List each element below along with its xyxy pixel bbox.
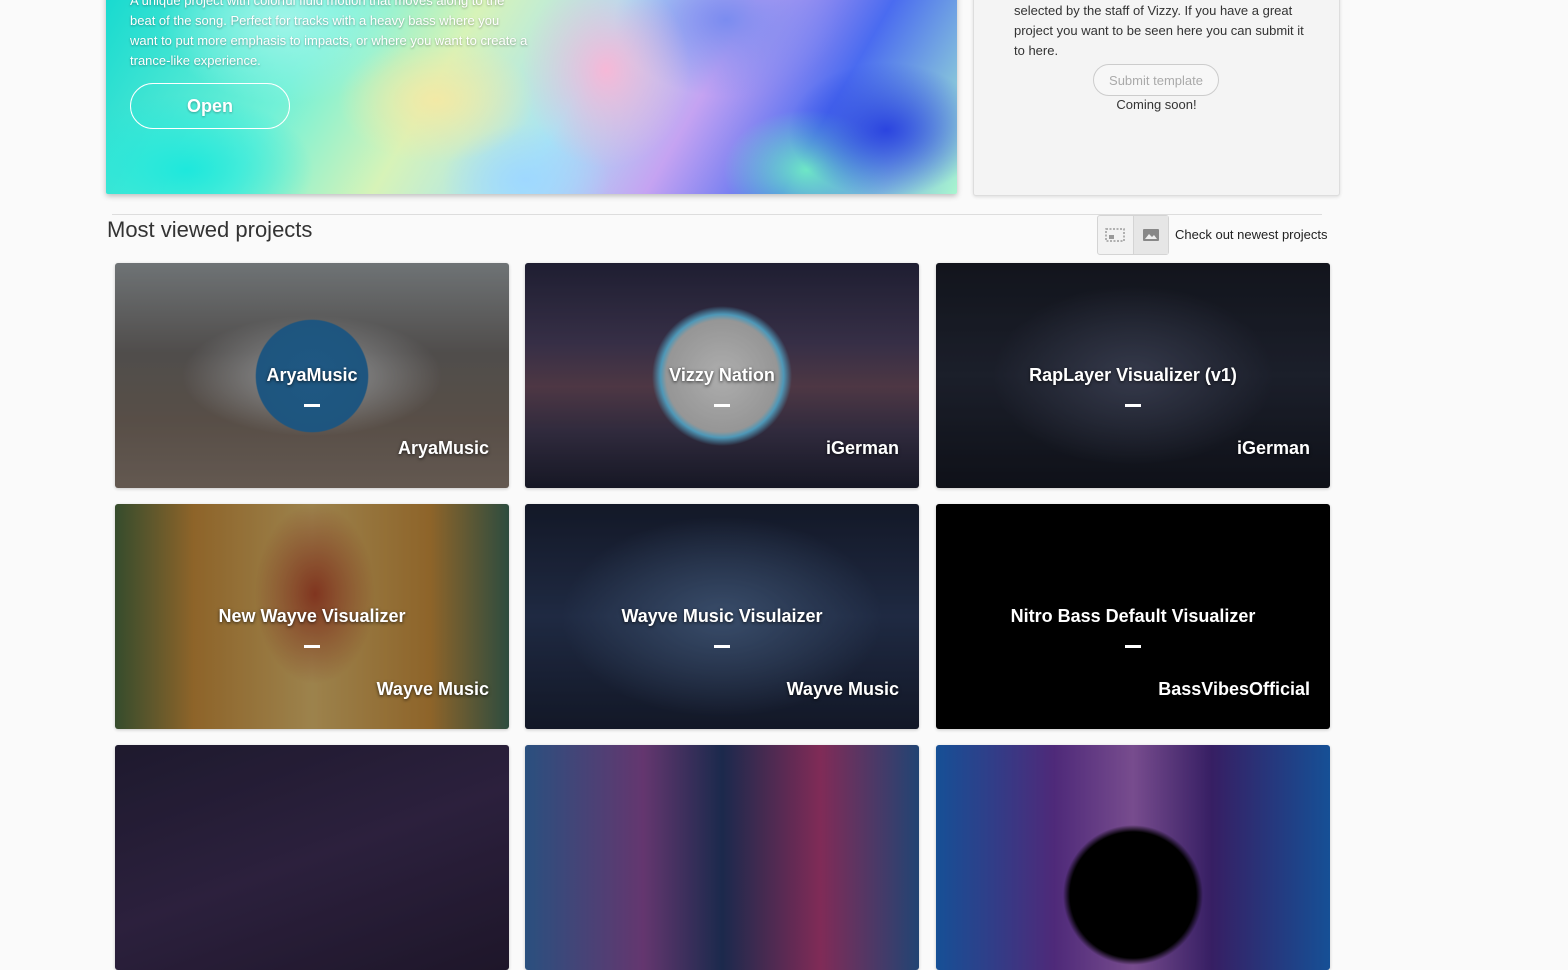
open-button[interactable]: Open	[130, 83, 290, 129]
image-view-icon[interactable]	[1132, 216, 1168, 254]
project-card[interactable]: Wayve Music Visulaizer Wayve Music	[525, 504, 919, 729]
project-author: iGerman	[825, 438, 899, 458]
title-divider	[714, 645, 730, 648]
card-overlay	[525, 745, 919, 970]
project-author: Wayve Music	[786, 679, 899, 699]
project-title: New Wayve Visualizer	[218, 606, 406, 626]
submit-info-text: selected by the staff of Vizzy. If you h…	[1014, 3, 1304, 58]
project-card[interactable]	[936, 745, 1330, 970]
project-author: AryaMusic	[397, 438, 489, 458]
submit-template-card: selected by the staff of Vizzy. If you h…	[973, 0, 1340, 196]
card-overlay	[115, 745, 509, 970]
project-author: Wayve Music	[376, 679, 489, 699]
submit-template-button[interactable]: Submit template	[1093, 64, 1219, 96]
project-card[interactable]: RapLayer Visualizer (v1) iGerman	[936, 263, 1330, 488]
project-title: Wayve Music Visulaizer	[621, 606, 823, 626]
project-title: Vizzy Nation	[669, 365, 775, 385]
card-overlay	[936, 745, 1330, 970]
title-divider	[304, 404, 320, 407]
title-divider	[1125, 404, 1141, 407]
project-title: RapLayer Visualizer (v1)	[1029, 365, 1237, 385]
project-author: iGerman	[1236, 438, 1310, 458]
project-title: Nitro Bass Default Visualizer	[1010, 606, 1256, 626]
project-author: BassVibesOfficial	[1158, 679, 1310, 699]
project-title: AryaMusic	[266, 365, 358, 385]
title-divider	[1125, 645, 1141, 648]
featured-project-banner: A unique project with colorful fluid mot…	[106, 0, 957, 194]
project-card[interactable]	[115, 745, 509, 970]
project-card[interactable]: AryaMusic AryaMusic	[115, 263, 509, 488]
title-divider	[304, 645, 320, 648]
grid-view-icon[interactable]	[1098, 216, 1133, 254]
project-card[interactable]: New Wayve Visualizer Wayve Music	[115, 504, 509, 729]
check-newest-link[interactable]: Check out newest projects	[1175, 227, 1327, 242]
featured-description: A unique project with colorful fluid mot…	[130, 0, 528, 68]
view-toggle	[1097, 215, 1169, 255]
coming-soon-label: Coming soon!	[1116, 97, 1197, 112]
project-card[interactable]: Vizzy Nation iGerman	[525, 263, 919, 488]
project-card[interactable]: Nitro Bass Default Visualizer BassVibesO…	[936, 504, 1330, 729]
section-title: Most viewed projects	[107, 217, 313, 242]
project-card[interactable]	[525, 745, 919, 970]
title-divider	[714, 404, 730, 407]
